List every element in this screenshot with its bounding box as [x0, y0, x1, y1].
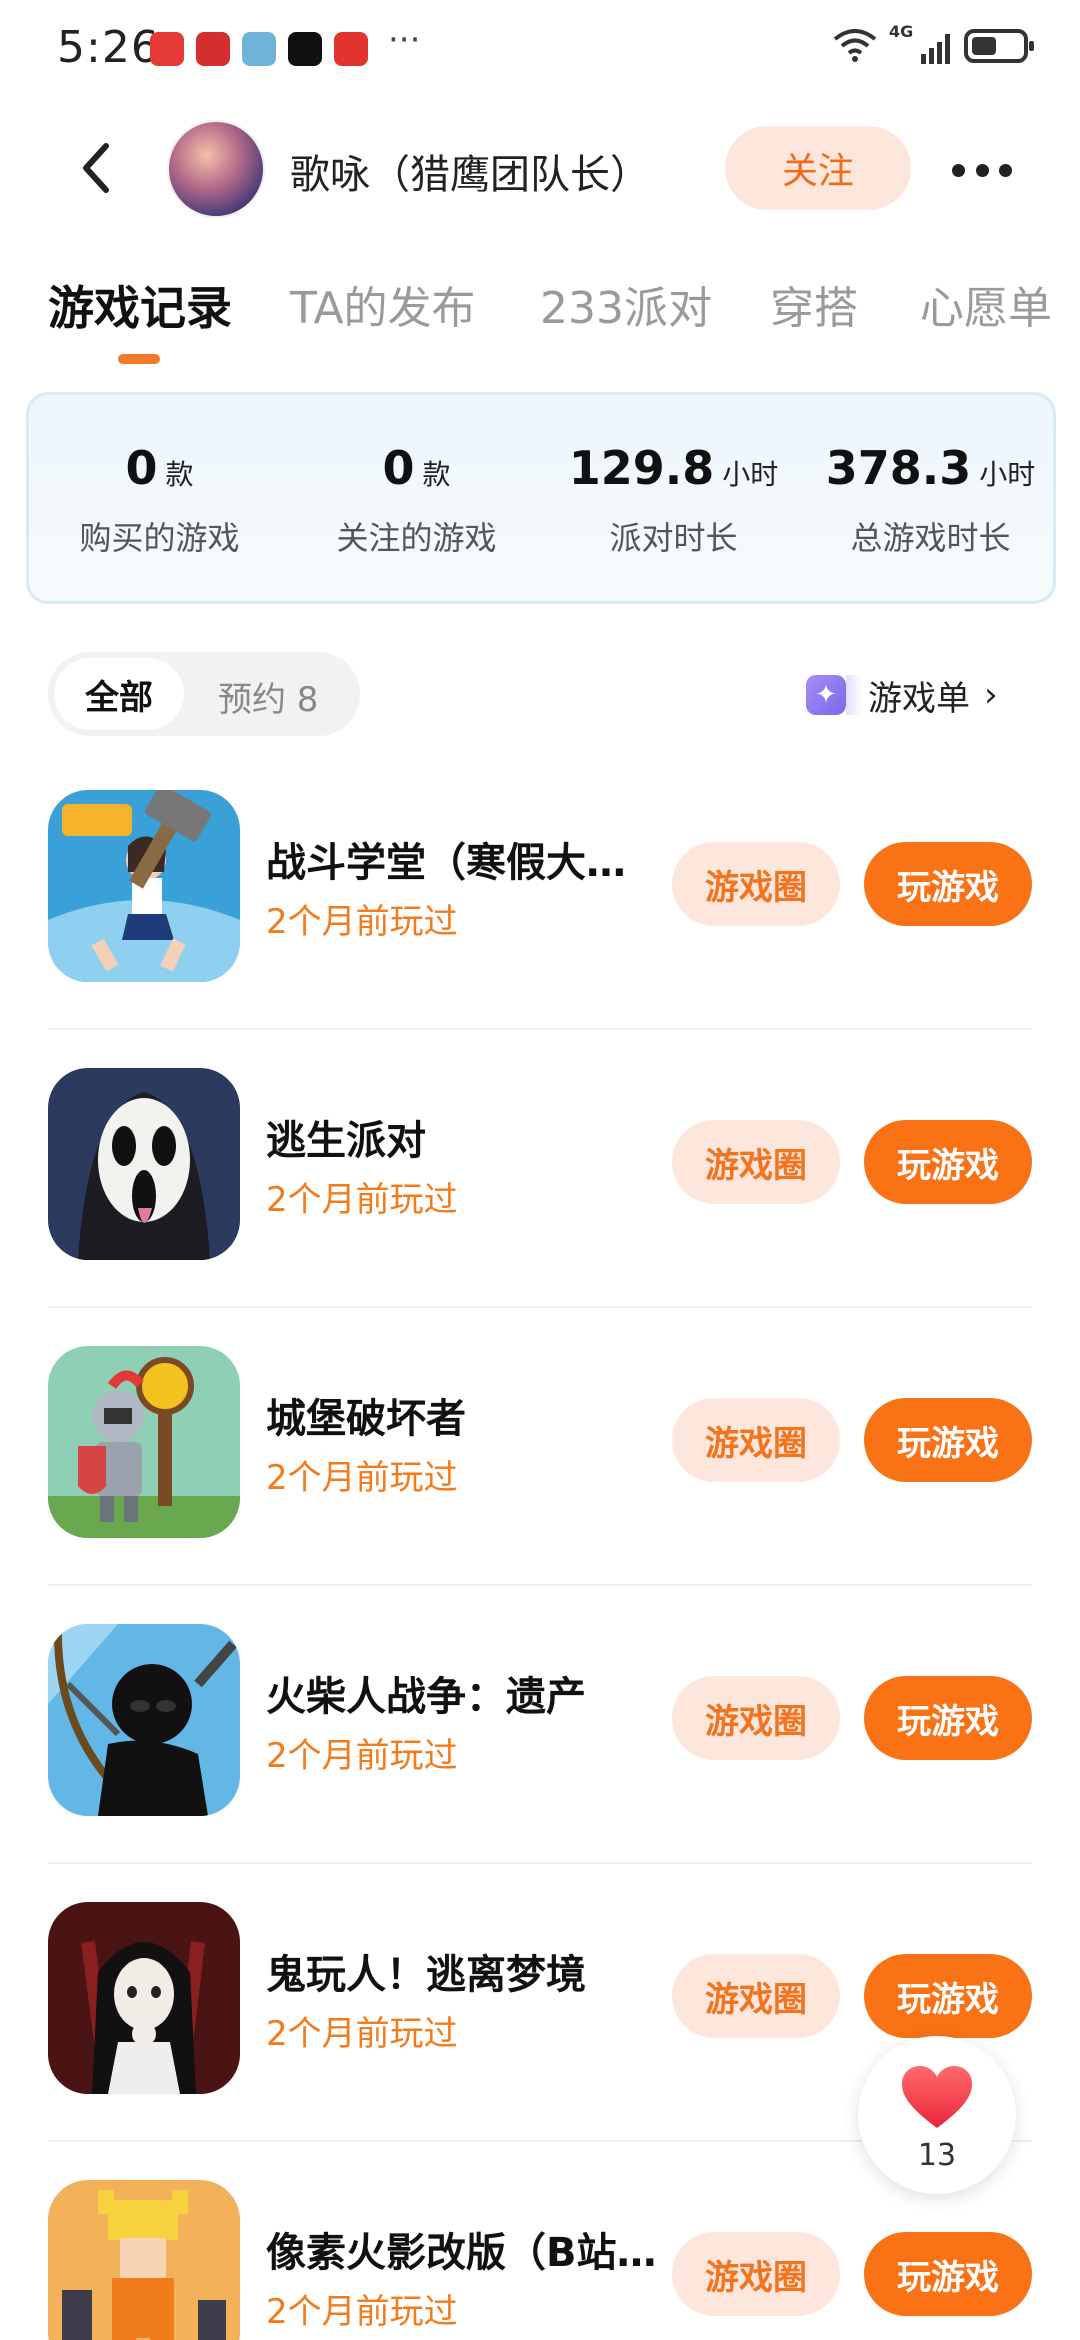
game-thumbnail[interactable] — [48, 1624, 240, 1816]
app-gold-icon — [334, 32, 368, 66]
game-item[interactable]: 火柴人战争：遗产 2个月前玩过 游戏圈 玩游戏 — [48, 1586, 1032, 1864]
stat-value: 0 — [125, 441, 158, 495]
game-last-played: 2个月前玩过 — [266, 902, 458, 942]
game-item[interactable]: 逃生派对 2个月前玩过 游戏圈 玩游戏 — [48, 1030, 1032, 1308]
stat-label: 总游戏时长 — [850, 519, 1011, 557]
game-title: 城堡破坏者 — [266, 1396, 466, 1442]
game-thumbnail[interactable] — [48, 1346, 240, 1538]
game-title: 像素火影改版（B站… — [266, 2230, 657, 2276]
cellular-signal-icon: 4G — [889, 22, 950, 64]
play-game-button[interactable]: 玩游戏 — [864, 2232, 1032, 2316]
tiktok-icon — [288, 32, 322, 66]
game-circle-button[interactable]: 游戏圈 — [672, 842, 840, 926]
like-count: 13 — [917, 2138, 957, 2173]
back-arrow-icon[interactable] — [72, 138, 122, 198]
game-last-played: 2个月前玩过 — [266, 1180, 458, 1220]
game-item[interactable]: 城堡破坏者 2个月前玩过 游戏圈 玩游戏 — [48, 1308, 1032, 1586]
game-circle-button[interactable]: 游戏圈 — [672, 2232, 840, 2316]
heart-icon — [902, 2066, 972, 2128]
game-title: 火柴人战争：遗产 — [266, 1674, 586, 1720]
profile-username: 歌咏（猎鹰团队长） — [290, 152, 650, 198]
stat-unit: 款 — [165, 458, 194, 491]
stat-unit: 小时 — [979, 458, 1036, 491]
tab-wishlist[interactable]: 心愿单 — [920, 272, 1052, 336]
tab-outfits[interactable]: 穿搭 — [770, 272, 858, 336]
more-notifications-icon: ··· — [388, 20, 421, 60]
app-red-icon — [150, 32, 184, 66]
play-game-button[interactable]: 玩游戏 — [864, 1676, 1032, 1760]
status-time: 5:26 — [57, 22, 160, 73]
wifi-icon — [833, 29, 877, 62]
play-game-button[interactable]: 玩游戏 — [864, 1120, 1032, 1204]
more-options-icon[interactable] — [952, 150, 1012, 190]
stat-unit: 款 — [422, 458, 451, 491]
game-list-label: 游戏单 — [868, 678, 970, 719]
stat-label: 派对时长 — [609, 519, 738, 557]
stat-purchased-games[interactable]: 0款 购买的游戏 — [31, 441, 288, 559]
notification-icons — [150, 32, 368, 66]
tab-posts[interactable]: TA的发布 — [290, 272, 476, 336]
stat-value: 129.8 — [568, 441, 715, 495]
profile-header: 歌咏（猎鹰团队长） 关注 — [0, 110, 1080, 230]
game-thumbnail[interactable] — [48, 2180, 240, 2340]
profile-tabs: 游戏记录 TA的发布 233派对 穿搭 心愿单 — [0, 262, 1080, 372]
app-red-gift-icon — [196, 32, 230, 66]
game-circle-button[interactable]: 游戏圈 — [672, 1954, 840, 2038]
tab-active-indicator — [118, 354, 160, 364]
game-circle-button[interactable]: 游戏圈 — [672, 1120, 840, 1204]
tab-233-party[interactable]: 233派对 — [540, 272, 712, 336]
game-last-played: 2个月前玩过 — [266, 2292, 458, 2332]
play-game-button[interactable]: 玩游戏 — [864, 842, 1032, 926]
game-title: 战斗学堂（寒假大… — [266, 840, 626, 886]
system-icons: 4G — [833, 22, 1034, 64]
game-title: 逃生派对 — [266, 1118, 426, 1164]
stat-label: 购买的游戏 — [79, 519, 240, 557]
game-circle-button[interactable]: 游戏圈 — [672, 1676, 840, 1760]
game-circle-button[interactable]: 游戏圈 — [672, 1398, 840, 1482]
game-last-played: 2个月前玩过 — [266, 1736, 458, 1776]
follow-button[interactable]: 关注 — [725, 126, 911, 210]
play-game-button[interactable]: 玩游戏 — [864, 1954, 1032, 2038]
game-thumbnail[interactable] — [48, 1068, 240, 1260]
sparkle-icon-fade — [846, 675, 862, 715]
game-list-link[interactable]: ✦ 游戏单 › — [806, 668, 998, 722]
stats-card: 0款 购买的游戏 0款 关注的游戏 129.8 小时 派对时长 378.3 小时 总… — [26, 392, 1056, 604]
avatar[interactable] — [167, 120, 265, 218]
game-title: 鬼玩人！逃离梦境 — [266, 1952, 586, 1998]
stat-label: 关注的游戏 — [336, 519, 497, 557]
chevron-right-icon: › — [984, 675, 998, 715]
game-last-played: 2个月前玩过 — [266, 2014, 458, 2054]
game-thumbnail[interactable] — [48, 790, 240, 982]
like-button[interactable]: 13 — [858, 2036, 1016, 2194]
filter-segmented-control: 全部 预约 8 — [48, 652, 360, 736]
tab-game-records[interactable]: 游戏记录 — [48, 272, 232, 338]
stat-followed-games[interactable]: 0款 关注的游戏 — [288, 441, 545, 559]
stat-value: 0 — [382, 441, 415, 495]
sparkle-icon: ✦ — [806, 675, 846, 715]
network-type: 4G — [889, 22, 914, 41]
status-bar: 5:26 ··· 4G — [0, 0, 1080, 100]
play-game-button[interactable]: 玩游戏 — [864, 1398, 1032, 1482]
stat-unit: 小时 — [722, 458, 779, 491]
game-last-played: 2个月前玩过 — [266, 1458, 458, 1498]
game-thumbnail[interactable] — [48, 1902, 240, 2094]
filter-all-button[interactable]: 全部 — [54, 658, 184, 730]
filter-reserved-button[interactable]: 预约 8 — [218, 672, 318, 721]
stat-party-duration[interactable]: 129.8 小时 派对时长 — [545, 441, 802, 559]
stat-total-play-time[interactable]: 378.3 小时 总游戏时长 — [802, 441, 1059, 559]
game-item[interactable]: 战斗学堂（寒假大… 2个月前玩过 游戏圈 玩游戏 — [48, 752, 1032, 1030]
stat-value: 378.3 — [825, 441, 972, 495]
app-blue-icon — [242, 32, 276, 66]
battery-icon — [964, 29, 1034, 63]
